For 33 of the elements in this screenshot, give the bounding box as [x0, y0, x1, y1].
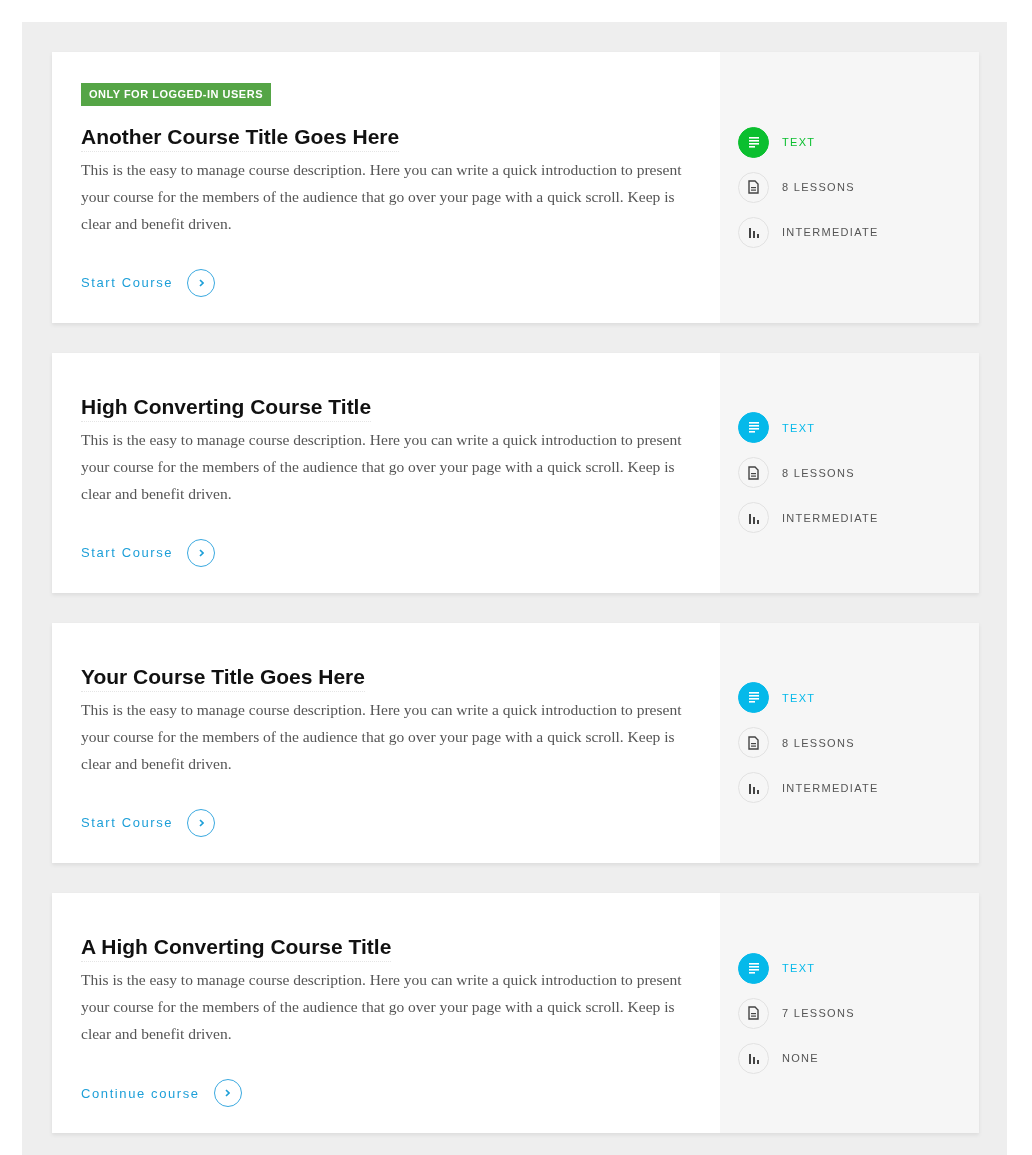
course-description: This is the easy to manage course description. Here you can write a quick introduction to present your course for the members of the audience that go over your page with a quick scroll. Keep is clear and benefit driven. [81, 159, 683, 234]
start-course-link[interactable]: Start Course [81, 538, 216, 567]
lines-icon [748, 136, 759, 148]
course-type: TEXT [782, 135, 816, 151]
lesson-count: 8 LESSONS [782, 465, 855, 481]
start-course-link[interactable]: Start Course [81, 268, 216, 297]
start-course-link[interactable]: Continue course [81, 1079, 242, 1108]
course-type: TEXT [782, 960, 816, 976]
difficulty-level: INTERMEDIATE [782, 225, 879, 241]
difficulty-level: NONE [782, 1050, 819, 1066]
course-type: TEXT [782, 420, 816, 436]
chevron-right-icon [225, 1089, 231, 1098]
lines-icon [748, 692, 759, 704]
lesson-count: 7 LESSONS [782, 1005, 855, 1021]
difficulty-level: INTERMEDIATE [782, 510, 879, 526]
course-title: Your Course Title Goes Here [81, 663, 365, 693]
course-title: A High Converting Course Title [81, 934, 392, 963]
course-description: This is the easy to manage course description. Here you can write a quick introduction to present your course for the members of the audience that go over your page with a quick scroll. Keep is clear and benefit driven. [81, 429, 683, 504]
chevron-right-icon [198, 548, 204, 557]
lesson-count: 8 LESSONS [782, 180, 855, 196]
course-type: TEXT [782, 690, 816, 706]
chevron-right-icon [198, 278, 204, 287]
start-course-link[interactable]: Start Course [81, 809, 216, 838]
course-description: This is the easy to manage course description. Here you can write a quick introduction to present your course for the members of the audience that go over your page with a quick scroll. Keep is clear and benefit driven. [81, 700, 683, 775]
course-description: This is the easy to manage course description. Here you can write a quick introduction to present your course for the members of the audience that go over your page with a quick scroll. Keep is clear and benefit driven. [81, 970, 683, 1045]
course-title: High Converting Course Title [81, 393, 372, 422]
access-badge: ONLY FOR LOGGED-IN USERS [81, 83, 271, 106]
lesson-count: 8 LESSONS [782, 735, 855, 751]
lines-icon [748, 422, 759, 434]
difficulty-level: INTERMEDIATE [782, 780, 879, 796]
chevron-right-icon [198, 819, 204, 828]
course-title: Another Course Title Goes Here [81, 123, 400, 152]
lines-icon [748, 962, 759, 974]
